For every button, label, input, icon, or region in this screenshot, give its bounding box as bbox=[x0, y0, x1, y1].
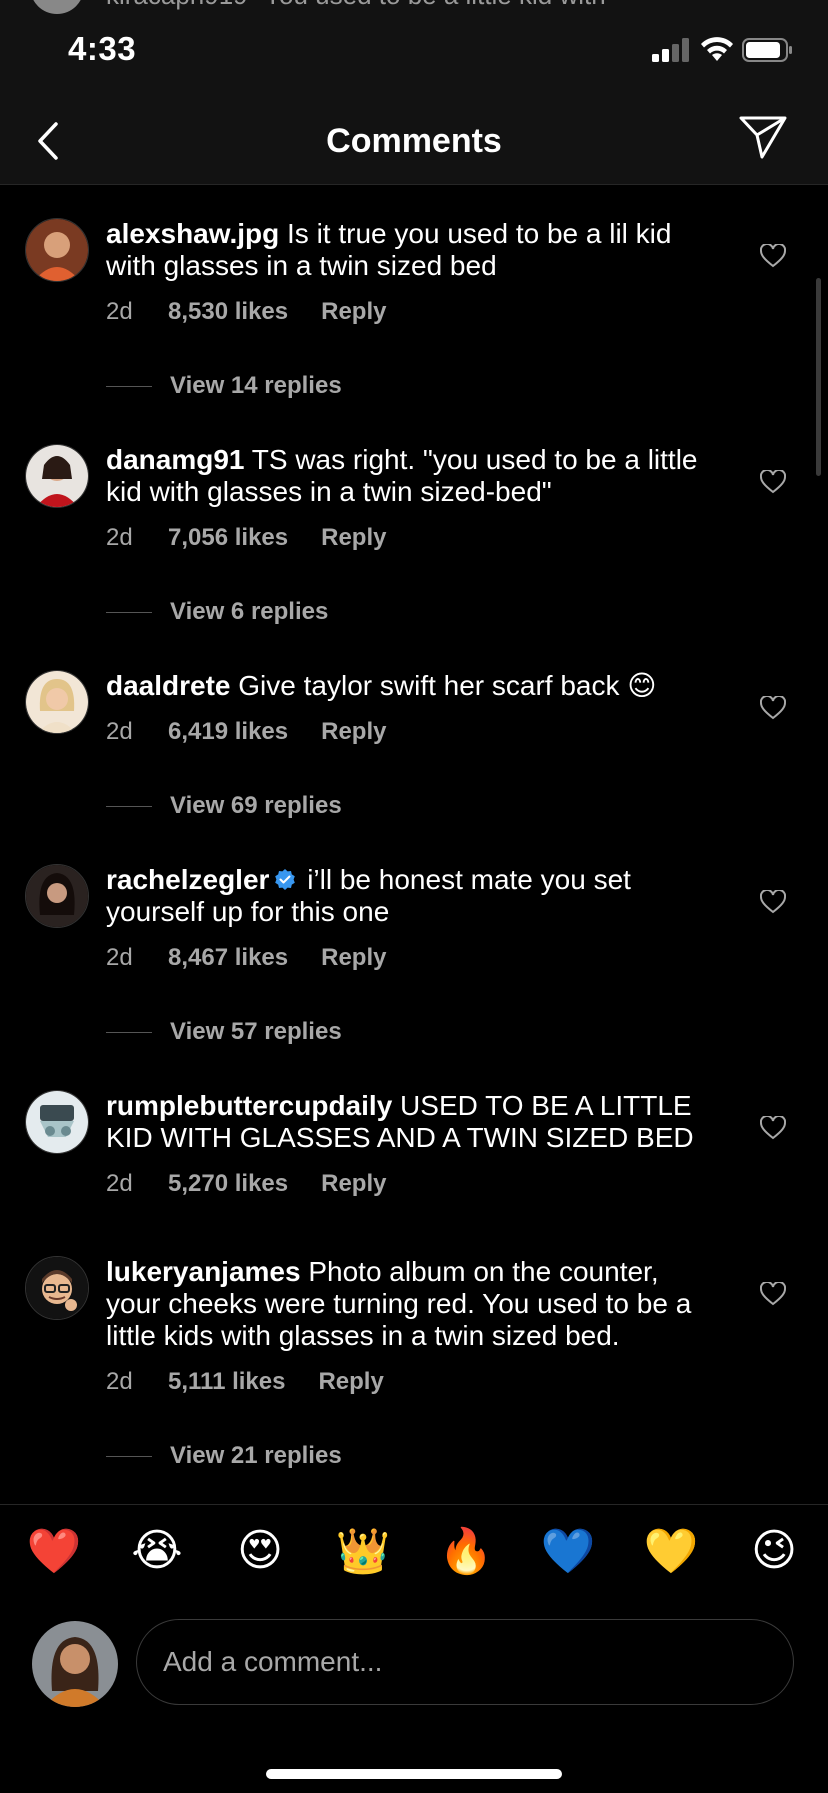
battery-icon bbox=[742, 38, 792, 62]
emoji-red-heart[interactable]: ❤️ bbox=[24, 1525, 84, 1577]
replies-divider bbox=[106, 1032, 152, 1034]
view-replies-button[interactable]: View 14 replies bbox=[106, 372, 342, 400]
comment-time: 2d bbox=[106, 298, 133, 325]
view-replies-button[interactable]: View 57 replies bbox=[106, 1018, 342, 1046]
avatar[interactable] bbox=[25, 1256, 89, 1320]
comment-username[interactable]: daaldrete bbox=[106, 670, 231, 701]
replies-divider bbox=[106, 806, 152, 808]
comment-likes[interactable]: 7,056 likes bbox=[168, 524, 288, 552]
comment-meta: 2d 8,530 likes Reply bbox=[106, 298, 386, 326]
send-direct-icon[interactable] bbox=[738, 114, 788, 160]
comment-composer-panel: ❤️ 😭 😍 👑 🔥 💙 💛 😉 bbox=[0, 1504, 828, 1793]
comment-time: 2d bbox=[106, 1368, 133, 1395]
reply-button[interactable]: Reply bbox=[318, 1368, 383, 1396]
emoji-crown[interactable]: 👑 bbox=[333, 1525, 393, 1577]
emoji-fire[interactable]: 🔥 bbox=[436, 1525, 496, 1577]
signal-icon bbox=[652, 38, 689, 62]
status-bar: kiracapri919 "You used to be a little ki… bbox=[0, 0, 828, 100]
heart-icon[interactable] bbox=[760, 890, 786, 914]
view-replies-label: View 21 replies bbox=[170, 1442, 342, 1469]
comment-likes[interactable]: 5,270 likes bbox=[168, 1170, 288, 1198]
comment-username[interactable]: danamg91 bbox=[106, 444, 245, 475]
emoji-yellow-heart[interactable]: 💛 bbox=[641, 1525, 701, 1577]
replies-divider bbox=[106, 1456, 152, 1458]
heart-icon[interactable] bbox=[760, 1282, 786, 1306]
comment-username[interactable]: rachelzegler bbox=[106, 864, 269, 895]
emoji-crying-face[interactable]: 😭 bbox=[127, 1525, 187, 1576]
comment-meta: 2d 5,111 likes Reply bbox=[106, 1368, 384, 1396]
comment-body: Give taylor swift her scarf back 😊 bbox=[230, 670, 657, 701]
view-replies-label: View 57 replies bbox=[170, 1018, 342, 1045]
heart-icon[interactable] bbox=[760, 244, 786, 268]
comment-username[interactable]: lukeryanjames bbox=[106, 1256, 301, 1287]
scrollbar[interactable] bbox=[816, 278, 821, 476]
avatar[interactable] bbox=[25, 444, 89, 508]
reply-button[interactable]: Reply bbox=[321, 944, 386, 972]
reply-button[interactable]: Reply bbox=[321, 718, 386, 746]
comment-time: 2d bbox=[106, 524, 133, 551]
replies-divider bbox=[106, 386, 152, 388]
view-replies-button[interactable]: View 69 replies bbox=[106, 792, 342, 820]
page-title: Comments bbox=[326, 122, 502, 160]
heart-icon[interactable] bbox=[760, 696, 786, 720]
comment-likes[interactable]: 8,467 likes bbox=[168, 944, 288, 972]
comment-likes[interactable]: 6,419 likes bbox=[168, 718, 288, 746]
comment-username[interactable]: alexshaw.jpg bbox=[106, 218, 279, 249]
emoji-winking-face[interactable]: 😉 bbox=[744, 1525, 804, 1576]
replies-divider bbox=[106, 612, 152, 614]
comment-meta: 2d 7,056 likes Reply bbox=[106, 524, 386, 552]
view-replies-label: View 69 replies bbox=[170, 792, 342, 819]
reply-button[interactable]: Reply bbox=[321, 1170, 386, 1198]
avatar[interactable] bbox=[25, 1090, 89, 1154]
reply-button[interactable]: Reply bbox=[321, 298, 386, 326]
avatar[interactable] bbox=[25, 864, 89, 928]
comment-likes[interactable]: 5,111 likes bbox=[168, 1368, 285, 1396]
comment-meta: 2d 6,419 likes Reply bbox=[106, 718, 386, 746]
comment-username[interactable]: rumplebuttercupdaily bbox=[106, 1090, 392, 1121]
view-replies-label: View 6 replies bbox=[170, 598, 329, 625]
comment-meta: 2d 5,270 likes Reply bbox=[106, 1170, 386, 1198]
reply-button[interactable]: Reply bbox=[321, 524, 386, 552]
heart-icon[interactable] bbox=[760, 470, 786, 494]
comment-meta: 2d 8,467 likes Reply bbox=[106, 944, 386, 972]
avatar[interactable] bbox=[25, 218, 89, 282]
emoji-quick-bar: ❤️ 😭 😍 👑 🔥 💙 💛 😉 bbox=[0, 1525, 828, 1585]
add-comment-input[interactable] bbox=[136, 1619, 794, 1705]
home-indicator[interactable] bbox=[266, 1769, 562, 1779]
comment-time: 2d bbox=[106, 718, 133, 745]
wifi-icon bbox=[701, 37, 733, 61]
comment-time: 2d bbox=[106, 1170, 133, 1197]
view-replies-button[interactable]: View 21 replies bbox=[106, 1442, 342, 1470]
heart-icon[interactable] bbox=[760, 1116, 786, 1140]
view-replies-label: View 14 replies bbox=[170, 372, 342, 399]
peek-comment-text: kiracapri919 "You used to be a little ki… bbox=[106, 0, 606, 11]
verified-badge-icon bbox=[275, 869, 296, 890]
avatar[interactable] bbox=[25, 670, 89, 734]
nav-bar: Comments bbox=[0, 100, 828, 185]
comment-likes[interactable]: 8,530 likes bbox=[168, 298, 288, 326]
peek-avatar bbox=[30, 0, 84, 14]
current-user-avatar bbox=[32, 1621, 118, 1707]
emoji-heart-eyes[interactable]: 😍 bbox=[230, 1525, 290, 1576]
status-time: 4:33 bbox=[68, 30, 137, 67]
view-replies-button[interactable]: View 6 replies bbox=[106, 598, 328, 626]
comment-time: 2d bbox=[106, 944, 133, 971]
emoji-blue-heart[interactable]: 💙 bbox=[538, 1525, 598, 1577]
